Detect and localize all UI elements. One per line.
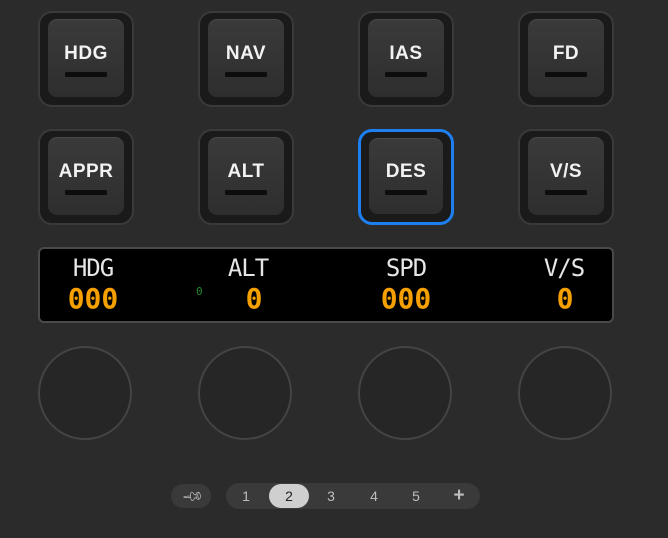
dial-3[interactable] (358, 346, 452, 440)
display-vs-value: 0 (556, 282, 574, 315)
key-appr[interactable]: APPR (38, 129, 134, 225)
key-hdg[interactable]: HDG (38, 11, 134, 107)
page-5[interactable]: 5 (396, 483, 436, 509)
key-indicator-bar (225, 190, 267, 195)
display-small-value: 0 (196, 285, 203, 298)
key-indicator-bar (225, 72, 267, 77)
display-hdg-label: HDG (72, 254, 114, 282)
key-label: ALT (227, 161, 265, 182)
key-label: APPR (58, 161, 114, 182)
key-ias[interactable]: IAS (358, 11, 454, 107)
dial-4[interactable] (518, 346, 612, 440)
plus-icon[interactable]: + (446, 483, 472, 509)
pin-icon: 📌︎ (181, 484, 206, 508)
page-3[interactable]: 3 (311, 483, 351, 509)
key-label: V/S (549, 161, 583, 182)
key-indicator-bar (385, 190, 427, 195)
page-selector: 1 2 3 4 5 + (226, 483, 480, 509)
display-spd-value: 000 (380, 282, 432, 315)
display-vs-label: V/S (543, 254, 585, 282)
display-hdg-value: 000 (67, 282, 119, 315)
key-indicator-bar (545, 72, 587, 77)
key-label: NAV (225, 43, 267, 64)
dial-2[interactable] (198, 346, 292, 440)
display-spd-label: SPD (385, 254, 427, 282)
key-alt[interactable]: ALT (198, 129, 294, 225)
key-label: FD (552, 43, 580, 64)
key-indicator-bar (65, 190, 107, 195)
key-des[interactable]: DES (358, 129, 454, 225)
key-indicator-bar (545, 190, 587, 195)
key-fd[interactable]: FD (518, 11, 614, 107)
key-label: DES (385, 161, 427, 182)
display-alt-label: ALT (227, 254, 269, 282)
key-label: IAS (389, 43, 423, 64)
display-alt-value: 0 (245, 282, 263, 315)
page-1[interactable]: 1 (226, 483, 266, 509)
key-indicator-bar (385, 72, 427, 77)
autopilot-display[interactable]: HDG 000 0 ALT 0 SPD 000 V/S 0 (38, 247, 614, 323)
key-label: HDG (64, 43, 108, 64)
dial-1[interactable] (38, 346, 132, 440)
page-4[interactable]: 4 (354, 483, 394, 509)
key-indicator-bar (65, 72, 107, 77)
key-nav[interactable]: NAV (198, 11, 294, 107)
page-2[interactable]: 2 (269, 484, 309, 508)
key-vs[interactable]: V/S (518, 129, 614, 225)
pin-button[interactable]: 📌︎ (171, 484, 211, 508)
